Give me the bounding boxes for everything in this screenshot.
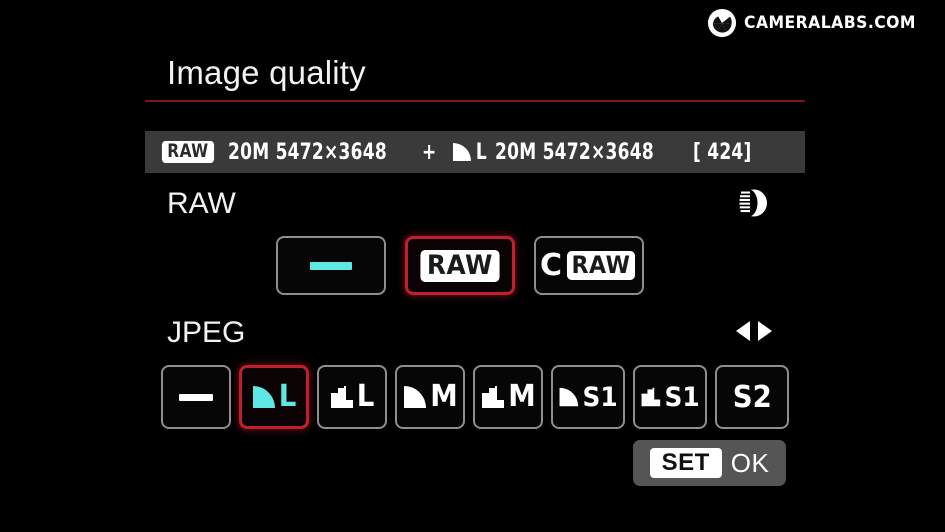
jpeg-option-none[interactable] [161,365,231,429]
normal-quality-icon [331,386,354,408]
dash-icon [310,261,352,270]
title-divider [145,100,805,102]
jpeg-option-fine-l-letter: L [279,379,297,414]
jpeg-option-fine-m[interactable]: M [395,365,465,429]
right-arrow-icon [758,321,772,341]
fine-quality-icon [404,386,427,408]
jpeg-option-fine-s1[interactable]: S1 [551,365,625,429]
jpeg-options-row: L L M M S1 S1 S2 [161,365,789,429]
raw-option-raw-label: RAW [420,249,500,282]
raw-option-craw[interactable]: C RAW [534,236,644,295]
normal-quality-icon [641,387,661,407]
info-raw-size: 20M 5472×3648 [227,139,387,165]
info-jpeg-size: 20M 5472×3648 [495,139,655,165]
set-label: SET [649,447,722,479]
left-arrow-icon [736,321,750,341]
main-dial-icon [736,187,772,224]
jpeg-option-normal-m[interactable]: M [473,365,543,429]
jpeg-option-normal-s1[interactable]: S1 [633,365,707,429]
set-ok-button[interactable]: SET OK [633,440,786,486]
left-right-arrows-icon [735,318,773,344]
info-jpeg-quality-icon: L [451,140,488,164]
fine-quality-icon [452,143,471,161]
image-quality-info-bar: RAW 20M 5472×3648 + L 20M 5472×3648 [ 42… [145,131,805,173]
normal-quality-icon [482,386,505,408]
raw-section-label: RAW [167,187,236,220]
jpeg-option-normal-l[interactable]: L [317,365,387,429]
raw-option-none[interactable] [276,236,386,295]
jpeg-section-label: JPEG [167,316,246,349]
raw-options-row: RAW C RAW [276,236,644,295]
page-title: Image quality [167,54,366,91]
jpeg-option-fine-s1-letter: S1 [582,381,618,413]
raw-option-raw[interactable]: RAW [405,236,515,295]
watermark-text: CAMERALABS.COM [744,13,917,33]
camera-menu-screen: CAMERALABS.COM Image quality RAW 20M 547… [0,0,945,532]
jpeg-option-s2-letter: S2 [732,379,772,415]
ok-label: OK [730,447,770,478]
info-plus-sign: + [421,139,437,165]
jpeg-option-fine-m-letter: M [430,379,458,414]
jpeg-option-normal-s1-letter: S1 [664,381,700,413]
jpeg-option-normal-l-letter: L [357,379,375,414]
craw-prefix-letter: C [540,247,563,283]
shutter-icon [707,8,737,38]
dash-icon [179,393,213,401]
jpeg-option-fine-l[interactable]: L [239,365,309,429]
cameralabs-watermark: CAMERALABS.COM [707,8,931,38]
jpeg-option-s2[interactable]: S2 [715,365,789,429]
info-raw-badge: RAW [161,140,215,164]
fine-quality-icon [559,387,579,407]
info-jpeg-quality-letter: L [475,140,487,166]
craw-raw-badge: RAW [566,251,636,280]
fine-quality-icon [253,386,276,408]
jpeg-option-normal-m-letter: M [508,379,536,414]
info-shots-remaining: [ 424] [693,139,752,165]
